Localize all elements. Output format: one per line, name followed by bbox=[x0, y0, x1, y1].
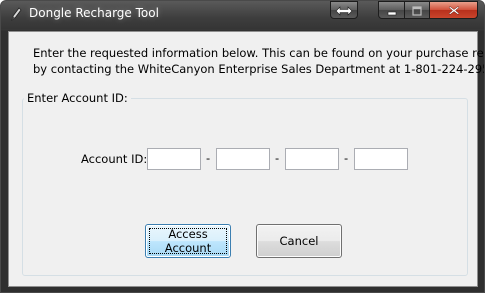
instructions-text: Enter the requested information below. T… bbox=[33, 45, 485, 77]
account-id-field-2[interactable] bbox=[216, 148, 270, 170]
instructions-line-1: Enter the requested information below. T… bbox=[33, 46, 485, 60]
account-id-label: Account ID: bbox=[81, 152, 148, 166]
close-icon bbox=[448, 1, 460, 20]
title-bar[interactable]: Dongle Recharge Tool bbox=[1, 1, 484, 29]
cancel-label: Cancel bbox=[279, 234, 319, 248]
window-title: Dongle Recharge Tool bbox=[29, 6, 159, 20]
pen-icon bbox=[9, 6, 23, 22]
separator-dash-2: - bbox=[275, 151, 280, 165]
separator-dash-1: - bbox=[206, 151, 211, 165]
minimize-icon bbox=[387, 1, 397, 20]
cancel-button[interactable]: Cancel bbox=[256, 224, 342, 258]
resize-button[interactable] bbox=[330, 1, 358, 19]
account-id-field-3[interactable] bbox=[285, 148, 339, 170]
account-id-groupbox bbox=[22, 98, 468, 276]
dialog-window: Dongle Recharge Tool Enter the requested… bbox=[0, 0, 485, 293]
minimize-button[interactable] bbox=[378, 1, 405, 19]
close-button[interactable] bbox=[429, 1, 478, 19]
maximize-icon bbox=[412, 1, 422, 20]
instructions-line-2: by contacting the WhiteCanyon Enterprise… bbox=[33, 62, 485, 76]
access-account-label: Access Account bbox=[164, 227, 212, 255]
groupbox-label: Enter Account ID: bbox=[24, 91, 131, 105]
maximize-button[interactable] bbox=[404, 1, 430, 19]
account-id-field-1[interactable] bbox=[147, 148, 201, 170]
separator-dash-3: - bbox=[344, 151, 349, 165]
account-id-field-4[interactable] bbox=[354, 148, 408, 170]
access-account-button[interactable]: Access Account bbox=[145, 224, 231, 258]
dialog-body: Enter the requested information below. T… bbox=[8, 31, 485, 287]
double-arrow-icon bbox=[335, 1, 353, 20]
